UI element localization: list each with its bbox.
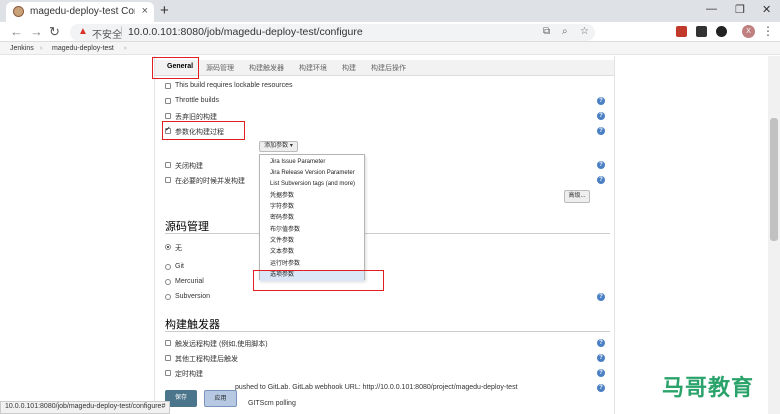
warning-icon: ▲ (78, 26, 88, 37)
menu-item-string[interactable]: 字符参数 (260, 202, 364, 213)
option-label: 无 (175, 245, 182, 252)
breadcrumb-jenkins[interactable]: Jenkins (10, 45, 34, 52)
watermark-logo: 马哥教育 (662, 376, 755, 401)
reload-icon[interactable]: ↻ (49, 24, 60, 40)
scrollbar-thumb[interactable] (770, 118, 778, 241)
address-bar[interactable]: ▲ 不安全 | 10.0.0.101:8080/job/magedu-deplo… (70, 24, 595, 41)
tab-environment[interactable]: 构建环境 (299, 63, 327, 73)
close-tab-icon[interactable]: × (142, 5, 148, 17)
help-icon[interactable]: ? (597, 293, 605, 301)
help-icon[interactable]: ? (597, 384, 605, 392)
new-tab-button[interactable]: + (160, 2, 169, 19)
pdf-extension-icon[interactable] (676, 26, 687, 37)
tab-build[interactable]: 构建 (342, 63, 356, 73)
option-label: This build requires lockable resources (175, 82, 293, 89)
menu-item-file[interactable]: 文件参数 (260, 236, 364, 247)
checkbox[interactable] (165, 162, 171, 168)
option-label: Git (175, 263, 184, 270)
help-icon[interactable]: ? (597, 354, 605, 362)
browser-menu-icon[interactable]: ⋮ (762, 24, 774, 38)
browser-toolbar: ← → ↻ ▲ 不安全 | 10.0.0.101:8080/job/magedu… (0, 22, 780, 42)
back-icon[interactable]: ← (10, 24, 23, 39)
dropdown-arrow-icon: ▾ (289, 143, 293, 149)
menu-item-run[interactable]: 运行时参数 (260, 259, 364, 270)
option-label: 触发远程构建 (例如,使用脚本) (175, 341, 268, 348)
checkbox[interactable] (165, 340, 171, 346)
forward-icon[interactable]: → (30, 24, 43, 39)
section-divider (165, 331, 610, 332)
highlight-parameterized (162, 121, 245, 140)
minimize-icon[interactable]: — (706, 3, 717, 15)
restore-icon[interactable]: ❐ (735, 3, 745, 16)
option-label: 其他工程构建后触发 (175, 356, 238, 363)
browser-tab-bar: magedu-deploy-test Config [Je × + — ❐ ✕ (0, 0, 780, 22)
help-icon[interactable]: ? (597, 176, 605, 184)
address-separator: | (120, 25, 123, 37)
breadcrumb-separator: › (124, 45, 127, 52)
menu-item-jira-release[interactable]: Jira Release Version Parameter (260, 168, 364, 179)
browser-tab[interactable]: magedu-deploy-test Config [Je × (6, 2, 154, 22)
option-label: pushed to GitLab. GitLab webhook URL: ht… (235, 384, 518, 391)
tab-scm[interactable]: 源码管理 (206, 63, 234, 73)
option-label: GITScm polling (248, 400, 296, 407)
option-label: Mercurial (175, 278, 204, 285)
option-label: Throttle builds (175, 97, 219, 104)
zoom-icon[interactable]: ⌕ (562, 26, 568, 37)
section-divider (165, 233, 610, 234)
translate-icon[interactable]: ⧉ (543, 26, 550, 37)
status-bar-url: 10.0.0.101:8080/job/magedu-deploy-test/c… (0, 401, 171, 414)
url-text[interactable]: 10.0.0.101:8080/job/magedu-deploy-test/c… (128, 26, 363, 38)
checkbox[interactable] (165, 98, 171, 104)
checkbox[interactable] (165, 355, 171, 361)
profile-avatar[interactable]: X (742, 25, 755, 38)
help-icon[interactable]: ? (597, 127, 605, 135)
checkbox[interactable] (165, 177, 171, 183)
radio[interactable] (165, 264, 171, 270)
add-parameter-menu: Jira Issue Parameter Jira Release Versio… (259, 154, 365, 281)
menu-item-password[interactable]: 密码参数 (260, 213, 364, 224)
menu-item-subversion-tags[interactable]: List Subversion tags (and more) (260, 179, 364, 190)
config-tab-bar: General 源码管理 构建触发器 构建环境 构建 构建后操作 (155, 60, 614, 76)
checkbox[interactable] (165, 113, 171, 119)
checkbox[interactable] (165, 83, 171, 89)
bookmark-star-icon[interactable]: ☆ (580, 26, 589, 37)
help-icon[interactable]: ? (597, 369, 605, 377)
menu-item-jira-issue[interactable]: Jira Issue Parameter (260, 157, 364, 168)
highlight-general-tab (152, 57, 199, 79)
option-label: 在必要的时候并发构建 (175, 178, 245, 185)
tab-triggers[interactable]: 构建触发器 (249, 63, 284, 73)
tab-post-build[interactable]: 构建后操作 (371, 63, 406, 73)
breadcrumb: Jenkins › magedu-deploy-test › (0, 42, 780, 55)
option-label: 关闭构建 (175, 163, 203, 170)
help-icon[interactable]: ? (597, 97, 605, 105)
add-parameter-button[interactable]: 添加参数 ▾ (259, 141, 298, 152)
browser-tab-title: magedu-deploy-test Config [Je (30, 6, 135, 17)
menu-item-text[interactable]: 文本参数 (260, 247, 364, 258)
scm-section-title: 源码管理 (165, 221, 209, 233)
help-icon[interactable]: ? (597, 161, 605, 169)
jenkins-favicon-icon (13, 6, 24, 17)
checkbox[interactable] (165, 370, 171, 376)
help-icon[interactable]: ? (597, 339, 605, 347)
copy-extension-icon[interactable] (716, 26, 727, 37)
insecure-label: 不安全 (92, 30, 122, 41)
close-window-icon[interactable]: ✕ (762, 3, 771, 16)
radio[interactable] (165, 294, 171, 300)
option-label: Subversion (175, 293, 211, 300)
radio-checked[interactable] (165, 244, 171, 250)
help-icon[interactable]: ? (597, 112, 605, 120)
add-parameter-label: 添加参数 (264, 143, 289, 149)
menu-item-boolean[interactable]: 布尔值参数 (260, 225, 364, 236)
breadcrumb-separator: › (40, 45, 43, 52)
apply-button[interactable]: 应用 (204, 390, 237, 407)
advanced-button[interactable]: 高级... (564, 190, 590, 203)
menu-item-credentials[interactable]: 凭据参数 (260, 191, 364, 202)
breadcrumb-job[interactable]: magedu-deploy-test (52, 45, 114, 52)
highlight-choice-parameter (253, 270, 384, 291)
radio[interactable] (165, 279, 171, 285)
extension-icon[interactable] (696, 26, 707, 37)
triggers-section-title: 构建触发器 (165, 319, 220, 331)
option-label: 定时构建 (175, 371, 203, 378)
